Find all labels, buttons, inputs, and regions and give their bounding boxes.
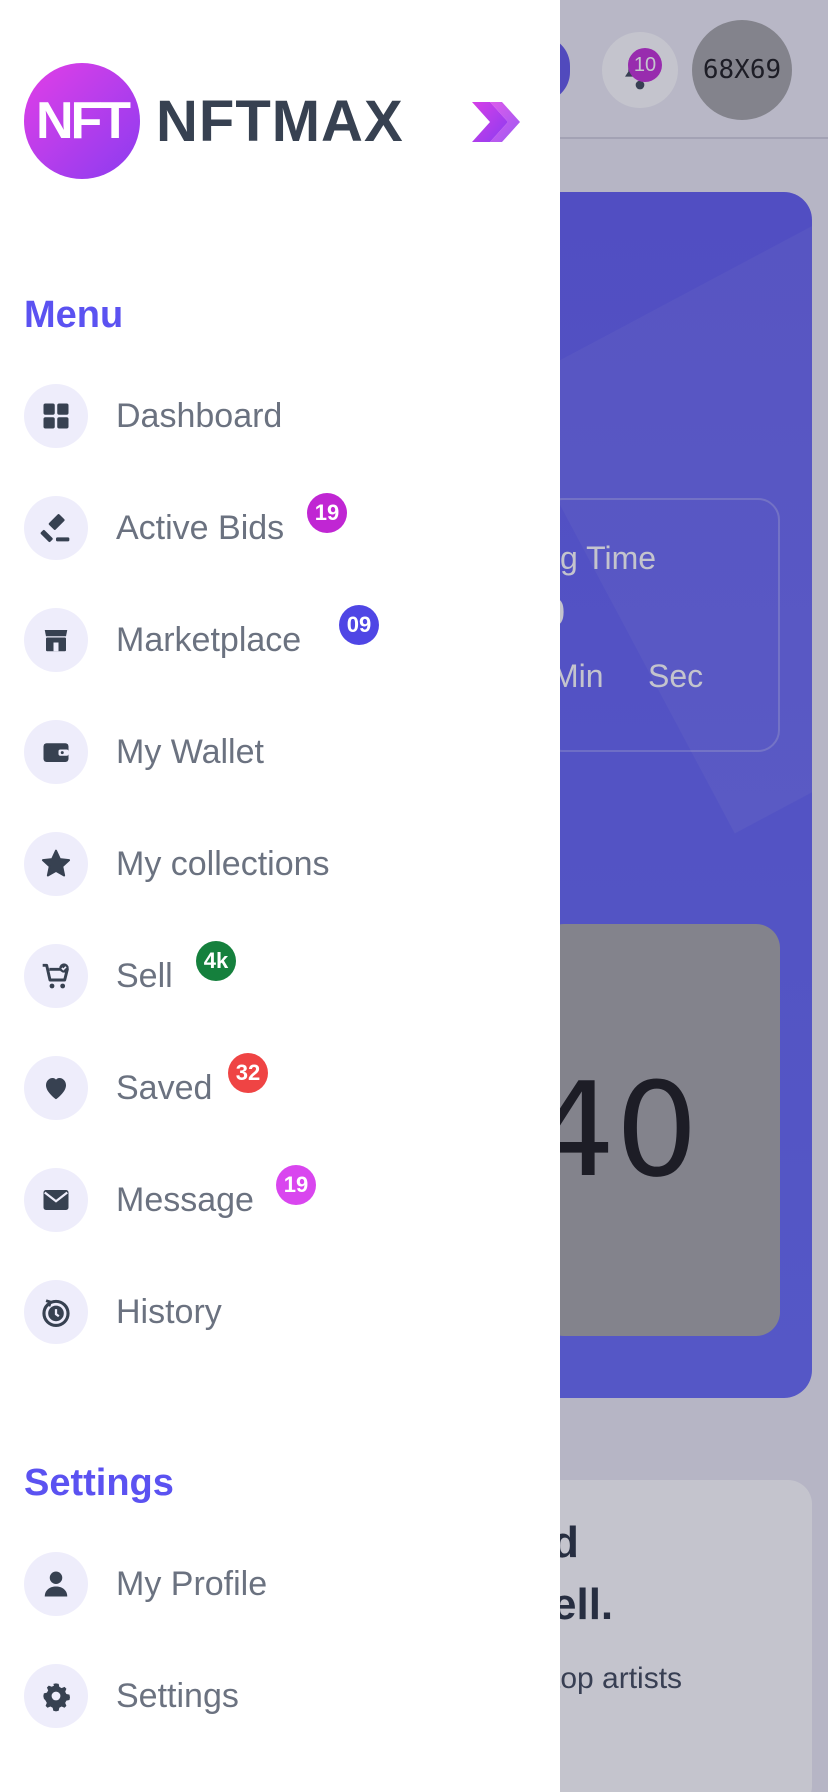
sidebar-item-my-collections[interactable]: My collections — [24, 832, 330, 896]
gavel-icon — [24, 496, 88, 560]
sidebar-item-label: Message — [116, 1180, 254, 1219]
brand-name: NFTMAX — [156, 89, 404, 154]
store-icon — [24, 608, 88, 672]
sidebar-item-label: History — [116, 1292, 222, 1331]
sidebar-item-label: My Profile — [116, 1564, 268, 1603]
sidebar-item-label: Marketplace — [116, 620, 302, 659]
sidebar-item-label: Dashboard — [116, 396, 283, 435]
sell-badge: 4k — [196, 941, 236, 981]
menu-section-title: Menu — [24, 294, 124, 336]
gear-icon — [24, 1664, 88, 1728]
sidebar: NFT NFTMAX Menu Dashboard Active Bids 19 — [0, 0, 560, 1792]
wallet-icon — [24, 720, 88, 784]
message-badge: 19 — [276, 1165, 316, 1205]
sidebar-item-settings[interactable]: Settings — [24, 1664, 239, 1728]
sidebar-item-label: Active Bids — [116, 508, 285, 547]
user-icon — [24, 1552, 88, 1616]
sidebar-item-label: Settings — [116, 1676, 239, 1715]
heart-icon — [24, 1056, 88, 1120]
sidebar-item-label: My collections — [116, 844, 330, 883]
saved-badge: 32 — [228, 1053, 268, 1093]
history-icon — [24, 1280, 88, 1344]
logo-text: NFT — [35, 92, 131, 150]
sidebar-item-label: Sell — [116, 956, 173, 995]
sidebar-item-message[interactable]: Message — [24, 1168, 254, 1232]
sidebar-item-label: My Wallet — [116, 732, 264, 771]
sidebar-item-label: Saved — [116, 1068, 213, 1107]
sidebar-item-sell[interactable]: Sell — [24, 944, 173, 1008]
sidebar-item-my-profile[interactable]: My Profile — [24, 1552, 267, 1616]
double-chevron-right-icon — [472, 102, 520, 142]
marketplace-badge: 09 — [339, 605, 379, 645]
sidebar-item-my-wallet[interactable]: My Wallet — [24, 720, 264, 784]
sidebar-item-marketplace[interactable]: Marketplace — [24, 608, 301, 672]
sidebar-item-history[interactable]: History — [24, 1280, 222, 1344]
sidebar-item-saved[interactable]: Saved — [24, 1056, 212, 1120]
envelope-icon — [24, 1168, 88, 1232]
dashboard-icon — [24, 384, 88, 448]
logo[interactable]: NFT — [24, 63, 140, 179]
settings-section-title: Settings — [24, 1462, 174, 1504]
sidebar-item-dashboard[interactable]: Dashboard — [24, 384, 282, 448]
cart-icon — [24, 944, 88, 1008]
collapse-sidebar-button[interactable] — [468, 98, 524, 146]
sidebar-item-active-bids[interactable]: Active Bids — [24, 496, 284, 560]
star-icon — [24, 832, 88, 896]
active-bids-badge: 19 — [307, 493, 347, 533]
